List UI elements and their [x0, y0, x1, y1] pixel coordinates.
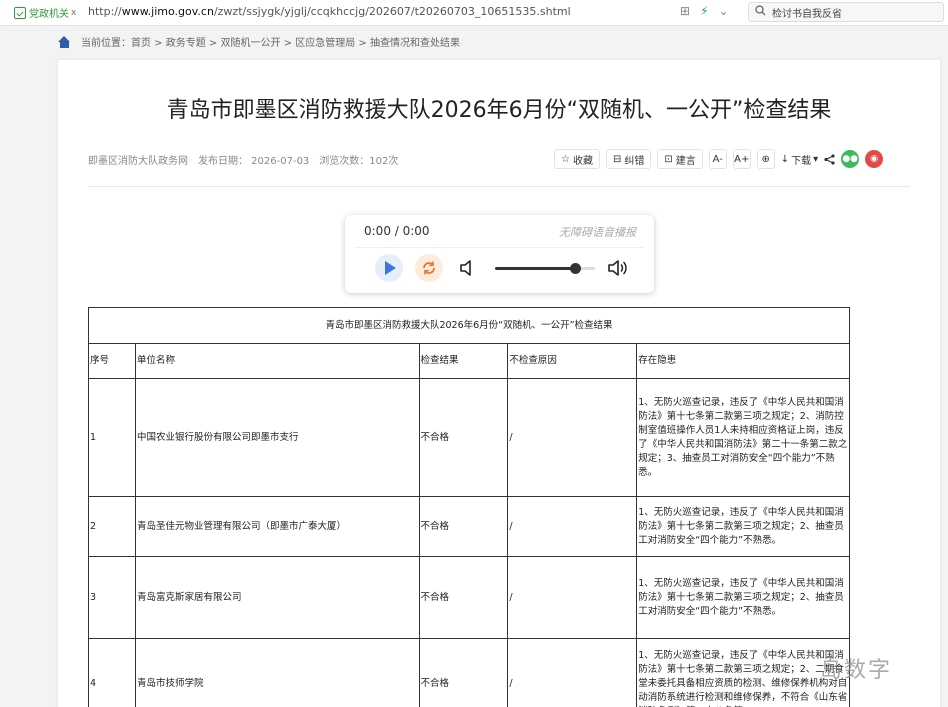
row-reason: / [507, 556, 638, 639]
header-no: 序号 [88, 343, 136, 379]
watermark: 岛数字 [820, 658, 893, 683]
meta-divider [88, 186, 910, 187]
article-source: 即墨区消防大队政务网 [88, 156, 188, 167]
correct-label: 纠错 [624, 155, 645, 167]
breadcrumb-text[interactable]: 当前位置：首页 > 政务专题 > 双随机一公开 > 区应急管理局 > 抽查情况和… [81, 34, 460, 49]
suggest-button[interactable]: ⊡ 建言 [657, 149, 703, 169]
header-name: 单位名称 [134, 343, 420, 379]
url-prefix: http:// [88, 5, 122, 18]
star-icon: ☆ [561, 153, 570, 165]
search-text: 检讨书自我反省 [772, 8, 842, 20]
row-hazard: 1、无防火巡查记录，违反了《中华人民共和国消防法》第十七条第二款第三项之规定；2… [636, 378, 850, 497]
player-divider [355, 247, 644, 248]
loop-button[interactable] [415, 254, 443, 282]
search-icon [755, 5, 766, 19]
share-icon[interactable] [824, 153, 835, 165]
site-tag-label: 党政机关 [29, 9, 69, 20]
breadcrumb: 当前位置：首页 > 政务专题 > 双随机一公开 > 区应急管理局 > 抽查情况和… [58, 34, 460, 49]
weibo-icon[interactable]: ◉ [865, 150, 884, 168]
row-hazard: 1、无防火巡查记录，违反了《中华人民共和国消防法》第十七条第二款第三项之规定；2… [636, 496, 850, 557]
comment-icon: ⊡ [664, 153, 673, 165]
download-icon: ↓ [780, 153, 790, 165]
row-no: 2 [88, 496, 136, 557]
site-tag-close-icon[interactable]: x [71, 8, 76, 18]
row-name: 中国农业银行股份有限公司即墨市支行 [134, 378, 420, 497]
row-result: 不合格 [418, 378, 509, 497]
page-title: 青岛市即墨区消防救援大队2026年6月份“双随机、一公开”检查结果 [166, 98, 832, 123]
loop-icon [423, 261, 435, 275]
row-hazard: 1、无防火巡查记录，违反了《中华人民共和国消防法》第十七条第二款第三项之规定；2… [636, 556, 850, 639]
correct-button[interactable]: ⊟ 纠错 [605, 149, 652, 169]
volume-mute-icon[interactable] [459, 259, 475, 281]
publish-date: 发布日期： 2026-07-03 [198, 156, 310, 167]
row-name: 青岛市技师学院 [134, 638, 420, 707]
gov-leaf-icon [14, 6, 26, 19]
wechat-icon[interactable]: ●● [841, 150, 860, 168]
row-reason: / [507, 378, 638, 497]
grid-icon[interactable]: ⊞ [680, 4, 690, 18]
download-button[interactable]: ↓ 下载 ▾ [781, 152, 818, 167]
lightning-icon[interactable]: ⚡ [700, 4, 708, 18]
accessible-audio-label: 无障碍语音播报 [559, 226, 636, 239]
address-bar[interactable]: http://www.jimo.gov.cn/zwzt/ssjygk/yjglj… [88, 5, 571, 18]
table-row: 1 中国农业银行股份有限公司即墨市支行 不合格 / 1、无防火巡查记录，违反了《… [88, 378, 850, 497]
table-row: 3 青岛富克斯家居有限公司 不合格 / 1、无防火巡查记录，违反了《中华人民共和… [88, 556, 850, 639]
row-reason: / [507, 496, 638, 557]
player-time: 0:00 / 0:00 [364, 224, 430, 238]
play-button[interactable] [375, 254, 403, 282]
browser-toolbar: 党政机关 x http://www.jimo.gov.cn/zwzt/ssjyg… [0, 0, 948, 26]
download-label: 下载 [791, 155, 812, 167]
header-result: 检查结果 [418, 343, 509, 379]
row-no: 1 [88, 378, 136, 497]
caret-down-icon: ▾ [813, 153, 819, 165]
row-result: 不合格 [418, 496, 509, 557]
article-meta: 即墨区消防大队政务网 发布日期： 2026-07-03 浏览次数：102次 [88, 152, 398, 167]
url-path: /zwzt/ssjygk/yjglj/ccqkhccjg/202607/t202… [213, 5, 571, 18]
volume-slider[interactable] [495, 263, 595, 274]
site-tag[interactable]: 党政机关 x [14, 5, 76, 20]
address-icons: ⊞ ⚡ ⌄ [680, 4, 729, 18]
font-increase-button[interactable]: A+ [732, 149, 751, 169]
view-count: 浏览次数：102次 [319, 156, 399, 167]
results-table: 青岛市即墨区消防救援大队2026年6月份“双随机、一公开”检查结果 序号 单位名… [88, 307, 850, 707]
volume-slider-handle[interactable] [570, 263, 581, 274]
row-result: 不合格 [418, 638, 509, 707]
home-icon[interactable] [58, 35, 71, 48]
collect-button[interactable]: ☆ 收藏 [554, 149, 600, 169]
row-no: 4 [88, 638, 136, 707]
volume-up-icon[interactable] [607, 259, 629, 281]
row-reason: / [507, 638, 638, 707]
edit-icon: ⊟ [612, 153, 622, 165]
volume-slider-fill [495, 267, 575, 270]
header-hazard: 存在隐患 [636, 343, 850, 379]
row-name: 青岛富克斯家居有限公司 [134, 556, 420, 639]
url-host: www.jimo.gov.cn [121, 5, 214, 18]
header-reason: 不检查原因 [507, 343, 638, 379]
row-name: 青岛圣佳元物业管理有限公司（即墨市广泰大厦） [134, 496, 420, 557]
row-result: 不合格 [418, 556, 509, 639]
table-row: 2 青岛圣佳元物业管理有限公司（即墨市广泰大厦） 不合格 / 1、无防火巡查记录… [88, 496, 850, 557]
row-no: 3 [88, 556, 136, 639]
chevron-down-icon[interactable]: ⌄ [719, 4, 729, 18]
print-button[interactable]: ⊕ [756, 149, 775, 169]
collect-label: 收藏 [572, 155, 593, 167]
font-decrease-button[interactable]: A- [708, 149, 727, 169]
table-caption: 青岛市即墨区消防救援大队2026年6月份“双随机、一公开”检查结果 [88, 307, 850, 344]
row-hazard: 1、无防火巡查记录，违反了《中华人民共和国消防法》第十七条第二款第三项之规定；2… [636, 638, 850, 707]
table-header-row: 序号 单位名称 检查结果 不检查原因 存在隐患 [88, 343, 850, 379]
table-row: 4 青岛市技师学院 不合格 / 1、无防火巡查记录，违反了《中华人民共和国消防法… [88, 638, 850, 707]
article-card: 青岛市即墨区消防救援大队2026年6月份“双随机、一公开”检查结果 即墨区消防大… [58, 60, 940, 707]
article-tools: ☆ 收藏 ⊟ 纠错 ⊡ 建言 A- A+ ⊕ ↓ 下载 ▾ ●● ◉ [554, 149, 884, 169]
browser-search-box[interactable]: 检讨书自我反省 [748, 2, 944, 22]
suggest-label: 建言 [675, 155, 696, 167]
audio-player: 0:00 / 0:00 无障碍语音播报 [345, 215, 654, 293]
